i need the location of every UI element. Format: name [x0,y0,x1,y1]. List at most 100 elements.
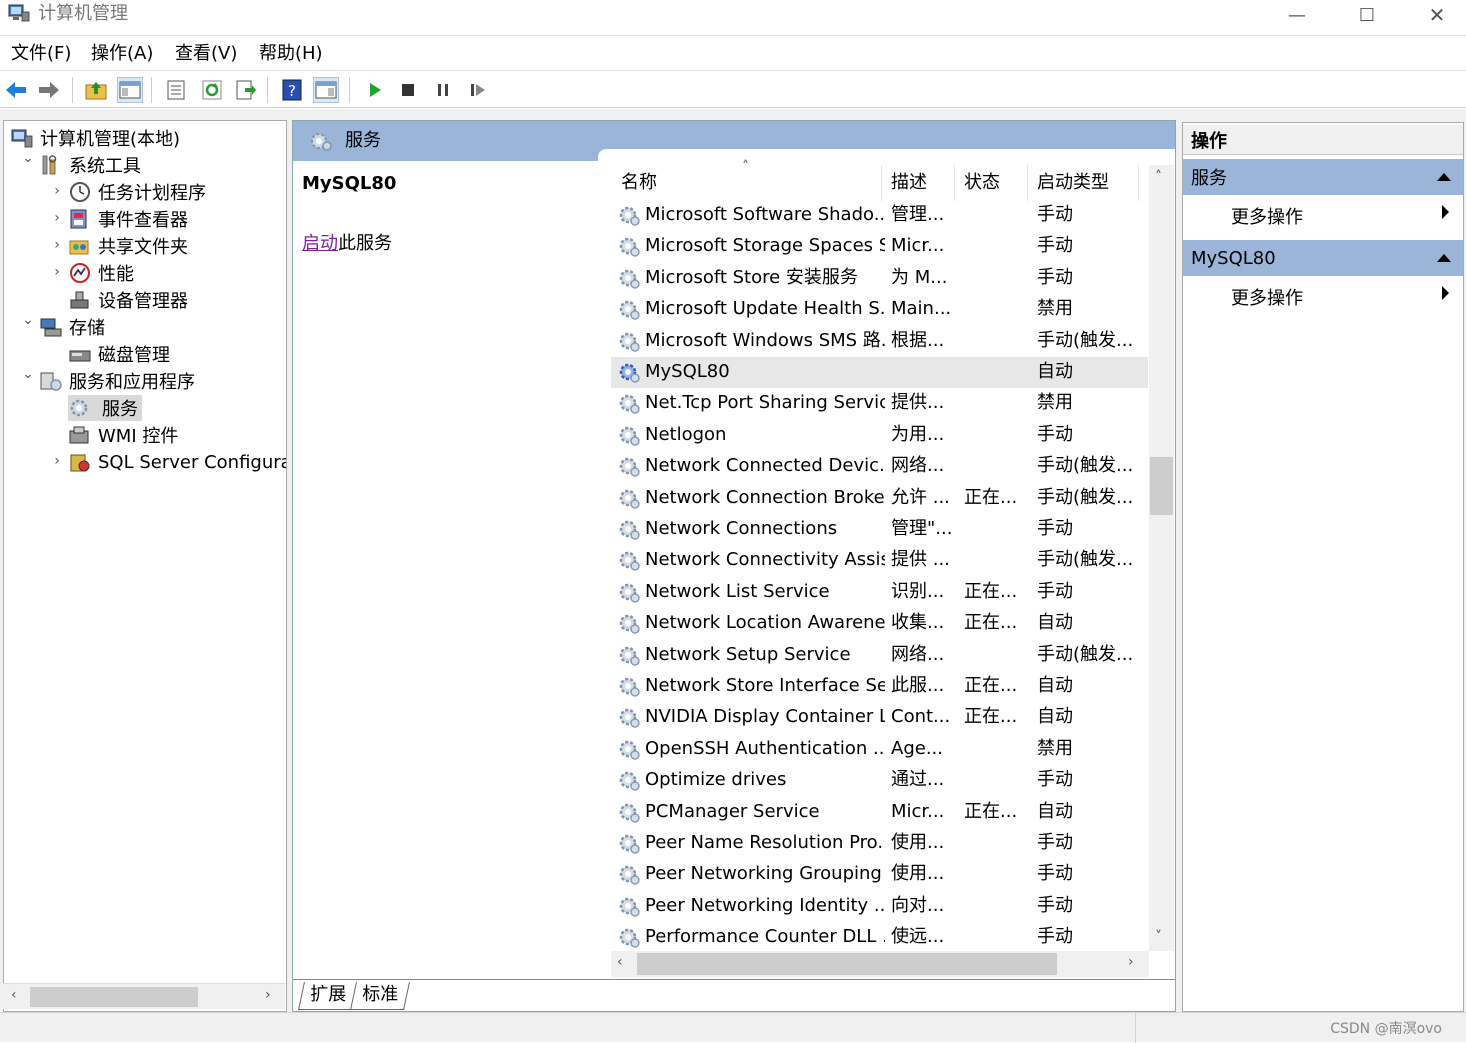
table-row[interactable]: Optimize drives 通过... 手动 [611,765,1148,796]
table-row[interactable]: Peer Name Resolution Pro... 使用... 手动 [611,828,1148,859]
table-row[interactable]: Network Store Interface Se... 此服... 正在... 自… [611,671,1148,702]
start-service-icon[interactable] [362,77,388,103]
minimize-button[interactable]: — [1262,0,1332,30]
expand-chevron-right-icon[interactable]: › [50,453,64,469]
forward-arrow-icon[interactable] [36,77,62,103]
service-startup-type: 手动 [1037,235,1073,257]
list-hscroll-thumb[interactable] [637,953,1057,975]
table-row[interactable]: Network Connections 管理"... 手动 [611,514,1148,545]
scroll-right-icon[interactable]: › [265,987,271,1003]
table-row[interactable]: Net.Tcp Port Sharing Service 提供... 禁用 [611,388,1148,419]
back-arrow-icon[interactable] [3,77,29,103]
service-name: Peer Name Resolution Pro... [645,832,885,853]
tree-node-1[interactable]: 系统工具 [39,152,141,178]
expand-chevron-down-icon[interactable]: ⌄ [21,150,35,166]
tree-node-2[interactable]: 任务计划程序 [68,179,206,205]
service-gear-icon [619,834,640,854]
list-vertical-scrollbar[interactable]: ˄ ˅ [1149,165,1174,951]
table-row[interactable]: Network Location Awarene... 收集... 正在... 自动 [611,608,1148,639]
scroll-down-icon[interactable]: ˅ [1155,929,1162,945]
menu-action[interactable]: 操作(A) [91,43,153,65]
scroll-left-icon[interactable]: ‹ [11,987,17,1003]
restart-service-icon[interactable] [465,77,491,103]
tree-node-10[interactable]: 服务 [68,395,142,421]
tree-node-6[interactable]: 设备管理器 [68,287,188,313]
table-row[interactable]: Network Setup Service 网络... 手动(触发... [611,640,1148,671]
menu-help[interactable]: 帮助(H) [259,43,323,65]
scroll-up-icon[interactable]: ˄ [1155,169,1162,185]
submenu-arrow-icon[interactable] [1442,205,1449,219]
tree-node-12[interactable]: SQL Server Configurati [68,449,286,475]
service-startup-type: 自动 [1037,706,1073,728]
expand-chevron-right-icon[interactable]: › [50,264,64,280]
up-folder-icon[interactable] [83,77,109,103]
column-header-startup-type[interactable]: 启动类型 [1037,171,1109,195]
table-row[interactable]: Microsoft Windows SMS 路... 根据... 手动(触发... [611,326,1148,357]
show-action-pane-icon[interactable] [313,77,339,103]
tree-node-11[interactable]: WMI 控件 [68,422,178,448]
table-row[interactable]: Peer Networking Identity ... 向对... 手动 [611,891,1148,922]
maximize-button[interactable]: ☐ [1332,0,1402,30]
expand-chevron-right-icon[interactable]: › [50,210,64,226]
expand-chevron-right-icon[interactable]: › [50,237,64,253]
tree-node-8[interactable]: 磁盘管理 [68,341,170,367]
actions-section-mysql80-label: MySQL80 [1191,247,1276,269]
table-row[interactable]: Network List Service 识别... 正在... 手动 [611,577,1148,608]
column-header-description[interactable]: 描述 [891,171,927,195]
menu-file[interactable]: 文件(F) [11,43,71,65]
table-row[interactable]: Network Connection Broker 允许 ... 正在... 手动(触… [611,483,1148,514]
export-list-icon[interactable] [233,77,259,103]
table-row[interactable]: Performance Counter DLL ... 使远... 手动 [611,922,1148,953]
expand-chevron-down-icon[interactable]: ⌄ [21,366,35,382]
list-vscroll-thumb[interactable] [1150,457,1173,515]
tree-node-5[interactable]: 性能 [68,260,134,286]
table-row[interactable]: Microsoft Software Shado... 管理... 手动 [611,200,1148,231]
table-row[interactable]: OpenSSH Authentication ... Age... 禁用 [611,734,1148,765]
more-actions-mysql80[interactable]: 更多操作 [1231,284,1303,310]
properties-icon[interactable] [163,77,189,103]
tree-node-4[interactable]: 共享文件夹 [68,233,188,259]
start-service-link[interactable]: 启动 [302,233,338,254]
expand-chevron-right-icon[interactable]: › [50,183,64,199]
table-row[interactable]: Netlogon 为用... 手动 [611,420,1148,451]
close-button[interactable]: ✕ [1402,0,1466,30]
hscroll-left-icon[interactable]: ‹ [617,954,623,970]
actions-section-mysql80[interactable]: MySQL80 [1183,240,1463,276]
tab-standard[interactable]: 标准 [350,982,410,1010]
tree-horizontal-scrollbar[interactable]: ‹ › [3,983,285,1009]
table-row[interactable]: Microsoft Store 安装服务 为 M... 手动 [611,263,1148,294]
tree-node-7[interactable]: 存储 [39,314,105,340]
tree-node-label: 计算机管理(本地) [40,129,181,150]
hscroll-right-icon[interactable]: › [1128,954,1134,970]
table-row[interactable]: MySQL80 自动 [611,357,1148,388]
column-header-name[interactable]: 名称 [621,171,657,195]
menu-view[interactable]: 查看(V) [175,43,237,65]
stop-service-icon[interactable] [395,77,421,103]
pause-service-icon[interactable] [430,77,456,103]
tree-scroll-thumb[interactable] [30,987,198,1007]
tree-node-9[interactable]: 服务和应用程序 [39,368,195,394]
table-row[interactable]: PCManager Service Micr... 正在... 自动 [611,797,1148,828]
show-hide-console-tree-icon[interactable] [117,77,143,103]
actions-section-services[interactable]: 服务 [1183,159,1463,195]
tree-node-0[interactable]: 计算机管理(本地) [10,125,180,151]
table-row[interactable]: Peer Networking Grouping 使用... 手动 [611,859,1148,890]
service-name: Network Location Awarene... [645,612,885,634]
column-header-status[interactable]: 状态 [964,171,1000,195]
collapse-up-icon[interactable] [1437,254,1451,262]
tree-node-3[interactable]: 事件查看器 [68,206,188,232]
table-row[interactable]: Microsoft Update Health S... Main... 禁用 [611,294,1148,325]
submenu-arrow-icon[interactable] [1442,286,1449,300]
table-row[interactable]: Network Connected Devic... 网络... 手动(触发... [611,451,1148,482]
list-horizontal-scrollbar[interactable]: ‹ › [611,951,1149,977]
help-icon[interactable]: ? [279,77,305,103]
table-row[interactable]: Microsoft Storage Spaces S... Micr... 手动 [611,231,1148,262]
refresh-icon[interactable] [199,77,225,103]
expand-chevron-down-icon[interactable]: ⌄ [21,312,35,328]
table-row[interactable]: Network Connectivity Assis... 提供 ... 手动(触发… [611,545,1148,576]
more-actions-services[interactable]: 更多操作 [1231,203,1303,229]
table-row[interactable]: NVIDIA Display Container LS Cont... 正在... 自… [611,702,1148,733]
services-apps-icon [40,372,62,391]
collapse-up-icon[interactable] [1437,173,1451,181]
tab-extended[interactable]: 扩展 [298,982,358,1010]
